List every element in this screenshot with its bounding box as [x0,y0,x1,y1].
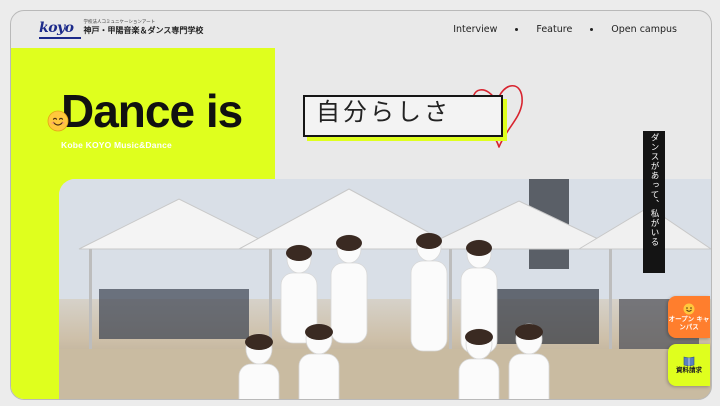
school-name-block: 学校法人コミュニケーションアート 神戸・甲陽音楽＆ダンス専門学校 [83,19,204,36]
smiley-icon [683,303,695,315]
main-nav: Interview Feature Open campus [453,24,677,35]
nav-open-campus[interactable]: Open campus [611,24,677,35]
hero-photo [59,179,711,399]
open-campus-button[interactable]: オープン キャンパス [668,296,710,338]
book-icon [683,356,695,367]
koyo-logo[interactable]: koyo [39,20,74,36]
vertical-tagline: ダンスがあって、私がいる [649,133,659,247]
jp-headline: 自分らしさ [316,98,451,126]
nav-separator-dot [590,28,594,31]
page-frame: koyo 学校法人コミュニケーションアート 神戸・甲陽音楽＆ダンス専門学校 In… [10,10,712,400]
document-request-label: 資料請求 [676,366,702,375]
site-header: koyo 学校法人コミュニケーションアート 神戸・甲陽音楽＆ダンス専門学校 In… [11,11,711,51]
nav-feature[interactable]: Feature [536,24,572,35]
brand[interactable]: koyo 学校法人コミュニケーションアート 神戸・甲陽音楽＆ダンス専門学校 [39,20,203,36]
hero-headline: Dance is [61,85,243,137]
school-name: 神戸・甲陽音楽＆ダンス専門学校 [83,26,204,36]
hero-subcaption: Kobe KOYO Music&Dance [61,140,172,150]
logo-underline [39,37,81,39]
hero-photo-illustration [59,179,711,399]
nav-separator-dot [515,28,519,31]
open-campus-label: オープン キャンパス [668,314,710,331]
school-subtitle: 学校法人コミュニケーションアート [83,19,156,25]
document-request-button[interactable]: 資料請求 [668,344,710,386]
nav-interview[interactable]: Interview [453,24,497,35]
smiley-emoji-icon [47,110,69,132]
